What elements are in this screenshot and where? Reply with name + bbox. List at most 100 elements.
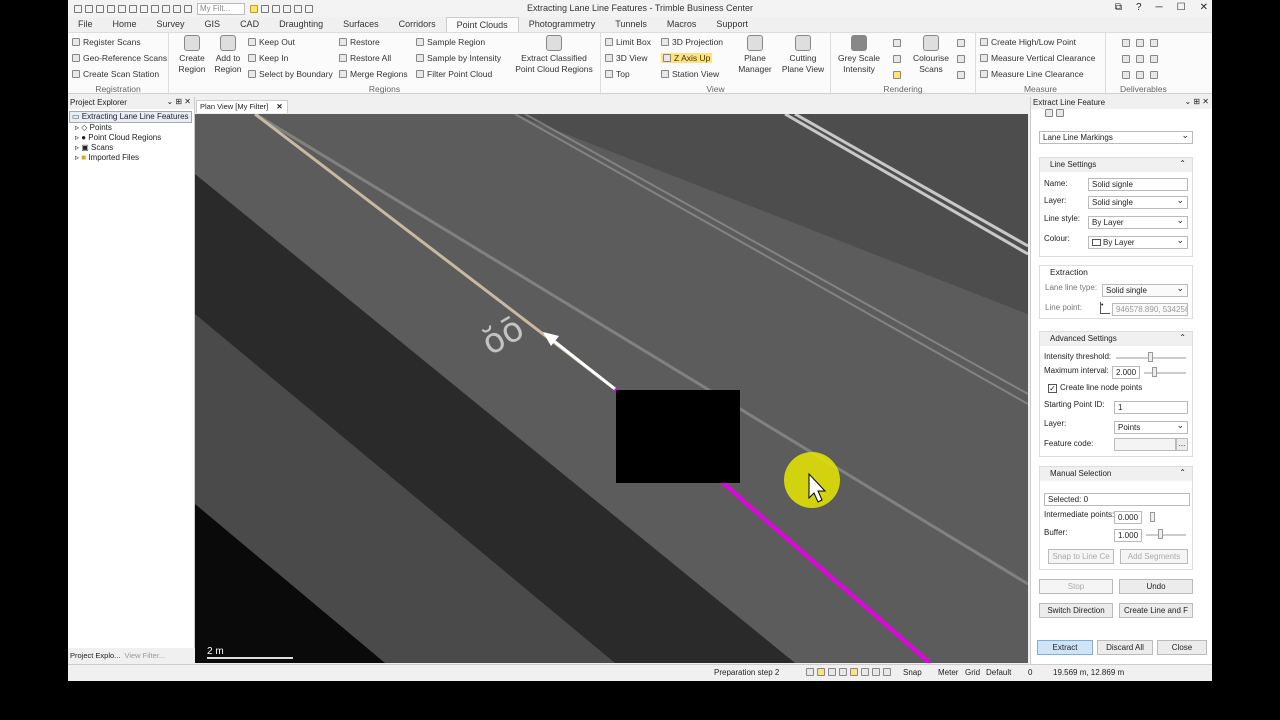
intensity-threshold-thumb[interactable] xyxy=(1148,352,1153,362)
open-icon[interactable] xyxy=(107,4,115,13)
colourise-scans-button[interactable]: Colourise Scans xyxy=(909,35,953,75)
station-view-button[interactable]: Station View xyxy=(661,69,719,79)
name-input[interactable]: Solid signle xyxy=(1088,178,1188,191)
tab-macros[interactable]: Macros xyxy=(657,17,707,32)
starting-point-id-input[interactable]: 1 xyxy=(1114,401,1188,414)
lighting-icon[interactable] xyxy=(893,55,901,63)
panel-tool-icon[interactable] xyxy=(1055,109,1064,117)
deliverable-icon[interactable] xyxy=(1122,39,1130,47)
intermediate-points-input[interactable]: 0.000 xyxy=(1114,511,1142,524)
measure-vertical-clearance-button[interactable]: Measure Vertical Clearance xyxy=(980,53,1095,63)
keep-out-button[interactable]: Keep Out xyxy=(248,37,295,47)
panel-tool-icon[interactable] xyxy=(1045,109,1053,117)
tab-file[interactable]: File xyxy=(68,17,103,32)
print-icon[interactable] xyxy=(129,4,137,13)
tree-item-points[interactable]: ▹ ◇ Points xyxy=(69,123,193,133)
measure-icon[interactable] xyxy=(272,4,280,13)
switch-direction-button[interactable]: Switch Direction xyxy=(1039,603,1113,618)
redo-icon[interactable] xyxy=(96,4,104,13)
plan-view-canvas[interactable]: ŏō 2 m xyxy=(195,114,1028,663)
tab-point-clouds[interactable]: Point Clouds xyxy=(445,17,519,32)
buffer-slider[interactable] xyxy=(1146,534,1186,536)
point-size-icon[interactable] xyxy=(957,39,965,47)
deliverable-icon[interactable] xyxy=(1122,71,1130,79)
undo-button[interactable]: Undo xyxy=(1119,579,1193,594)
tree-item-scans[interactable]: ▹ ▣ Scans xyxy=(69,143,193,153)
tab-gis[interactable]: GIS xyxy=(195,17,231,32)
shading-icon[interactable] xyxy=(957,71,965,79)
colour-dropdown[interactable]: By Layer xyxy=(1088,236,1188,249)
tab-draughting[interactable]: Draughting xyxy=(269,17,333,32)
table-icon[interactable] xyxy=(839,668,847,676)
line-snap-icon[interactable] xyxy=(861,668,869,676)
advanced-settings-header[interactable]: Advanced Settings ⌃ xyxy=(1040,332,1192,346)
pick-point-icon[interactable]: • xyxy=(1100,302,1110,314)
stop-button[interactable]: Stop xyxy=(1039,579,1113,594)
add-segments-button[interactable]: Add Segments xyxy=(1120,549,1188,564)
density-icon[interactable] xyxy=(957,55,965,63)
3d-projection-button[interactable]: 3D Projection xyxy=(661,37,723,47)
highlight-icon[interactable] xyxy=(893,71,901,79)
close-icon[interactable]: ✕ xyxy=(1200,2,1208,13)
sample-by-intensity-button[interactable]: Sample by Intensity xyxy=(416,53,501,63)
deliverable-icon[interactable] xyxy=(1150,39,1158,47)
deliverable-icon[interactable] xyxy=(1122,55,1130,63)
create-scan-station-button[interactable]: Create Scan Station xyxy=(72,69,159,79)
tree-item-point-cloud-regions[interactable]: ▹ ● Point Cloud Regions xyxy=(69,133,193,143)
highlight-mode-icon[interactable] xyxy=(850,668,858,676)
geo-reference-scans-button[interactable]: Geo-Reference Scans xyxy=(72,53,167,63)
restore-button[interactable]: Restore xyxy=(339,37,380,47)
register-scans-button[interactable]: Register Scans xyxy=(72,37,141,47)
tab-project-explorer[interactable]: Project Explo... xyxy=(70,651,120,662)
point-snap-icon[interactable] xyxy=(883,668,891,676)
zoom-icon[interactable] xyxy=(162,4,170,13)
manual-selection-header[interactable]: Manual Selection ⌃ xyxy=(1040,467,1192,481)
tab-survey[interactable]: Survey xyxy=(147,17,195,32)
filter-icon[interactable] xyxy=(250,4,258,13)
plan-view-tab[interactable]: Plan View [My Filter] ✕ xyxy=(196,100,288,113)
measure-line-clearance-button[interactable]: Measure Line Clearance xyxy=(980,69,1084,79)
buffer-input[interactable]: 1.000 xyxy=(1114,529,1142,542)
close-button[interactable]: Close xyxy=(1157,640,1207,655)
z-axis-up-button[interactable]: Z Axis Up xyxy=(661,53,713,63)
line-settings-header[interactable]: Line Settings ⌃ xyxy=(1040,158,1192,172)
grid-toggle[interactable]: Grid xyxy=(965,668,980,677)
merge-regions-button[interactable]: Merge Regions xyxy=(339,69,408,79)
snap-icon[interactable] xyxy=(261,4,269,13)
tree-item-imported-files[interactable]: ▹ ■ Imported Files xyxy=(69,153,193,163)
default-toggle[interactable]: Default xyxy=(986,668,1011,677)
restore-all-button[interactable]: Restore All xyxy=(339,53,391,63)
feature-code-browse-button[interactable]: ... xyxy=(1176,438,1188,451)
create-line-button[interactable]: Create Line and F xyxy=(1119,603,1193,618)
snap-toggle[interactable]: Snap xyxy=(903,668,922,677)
snap-to-line-center-button[interactable]: Snap to Line Ce xyxy=(1048,549,1114,564)
minimize-icon[interactable]: ─ xyxy=(1156,2,1163,13)
layer-dropdown[interactable]: Solid single xyxy=(1088,196,1188,209)
feature-code-input[interactable] xyxy=(1114,438,1176,451)
filter-dropdown[interactable]: My Filt... xyxy=(197,2,245,15)
deliverable-icon[interactable] xyxy=(1136,71,1144,79)
create-region-button[interactable]: Create Region xyxy=(173,35,211,75)
3d-view-button[interactable]: 3D View xyxy=(605,53,648,63)
select-mode-icon[interactable] xyxy=(817,668,825,676)
points-layer-dropdown[interactable]: Points xyxy=(1114,421,1188,434)
create-nodes-checkbox[interactable]: ✓ xyxy=(1048,384,1057,393)
maximum-interval-input[interactable]: 2.000 xyxy=(1112,366,1140,379)
select-by-boundary-button[interactable]: Select by Boundary xyxy=(248,69,333,79)
maximize-icon[interactable]: ☐ xyxy=(1177,2,1186,13)
discard-all-button[interactable]: Discard All xyxy=(1097,640,1153,655)
settings-icon[interactable] xyxy=(140,4,148,13)
maximum-interval-slider[interactable] xyxy=(1144,372,1186,374)
cutting-plane-view-button[interactable]: Cutting Plane View xyxy=(777,35,829,75)
tree-root[interactable]: ▭ Extracting Lane Line Features xyxy=(69,111,192,123)
tab-view-filter[interactable]: View Filter... xyxy=(124,651,165,662)
limit-box-button[interactable]: Limit Box xyxy=(605,37,651,47)
tab-cad[interactable]: CAD xyxy=(230,17,269,32)
tab-tunnels[interactable]: Tunnels xyxy=(605,17,657,32)
deliverable-icon[interactable] xyxy=(1150,71,1158,79)
new-icon[interactable] xyxy=(74,4,82,13)
units-toggle[interactable]: Meter xyxy=(938,668,958,677)
keep-in-button[interactable]: Keep In xyxy=(248,53,288,63)
top-view-button[interactable]: Top xyxy=(605,69,630,79)
view-icon[interactable] xyxy=(806,668,814,676)
